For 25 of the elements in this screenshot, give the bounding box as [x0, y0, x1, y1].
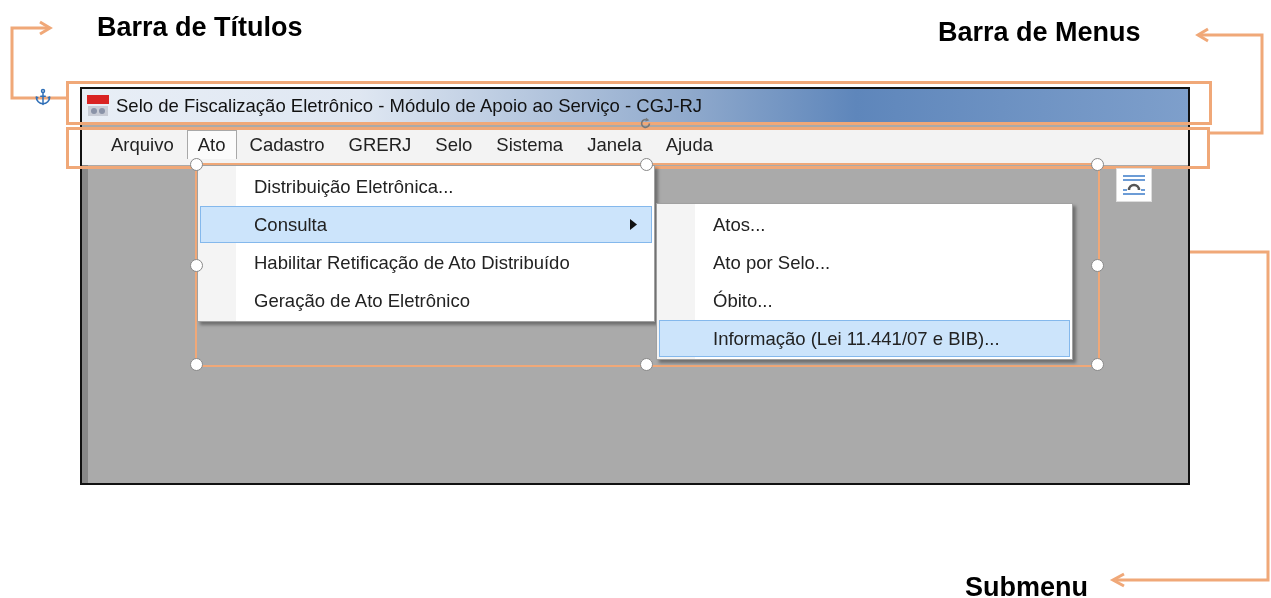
menu-option[interactable]: Distribuição Eletrônica... [200, 168, 652, 205]
annotation-label: Barra de Menus [938, 17, 1141, 48]
text-wrap-icon [1122, 174, 1146, 196]
menu-option[interactable]: Atos... [659, 206, 1070, 243]
menu-item[interactable]: Cadastro [238, 130, 336, 159]
menu-item[interactable]: Ato [186, 130, 237, 159]
menu-item[interactable]: Sistema [485, 130, 575, 159]
menu-item[interactable]: Janela [576, 130, 653, 159]
annotation-label: Submenu [965, 572, 1088, 598]
menu-option[interactable]: Geração de Ato Eletrônico [200, 282, 652, 319]
menu-option[interactable]: Consulta [200, 206, 652, 243]
menu-item[interactable]: Selo [424, 130, 484, 159]
menu-item[interactable]: Arquivo [100, 130, 185, 159]
window-title: Selo de Fiscalização Eletrônico - Módulo de Apoio ao Serviço - CGJ-RJ [116, 95, 703, 117]
menu-option[interactable]: Ato por Selo... [659, 244, 1070, 281]
menu-option[interactable]: Óbito... [659, 282, 1070, 319]
annotation-label: Barra de Títulos [97, 12, 303, 43]
layout-options-button[interactable] [1116, 168, 1152, 202]
rotate-handle-icon[interactable] [639, 117, 652, 130]
menu-option[interactable]: Habilitar Retificação de Ato Distribuído [200, 244, 652, 281]
menu-item[interactable]: GRERJ [337, 130, 423, 159]
anchor-icon [34, 88, 52, 106]
menu-option[interactable]: Informação (Lei 11.441/07 e BIB)... [659, 320, 1070, 357]
menu-item[interactable]: Ajuda [654, 130, 724, 159]
app-logo-icon [86, 94, 110, 118]
